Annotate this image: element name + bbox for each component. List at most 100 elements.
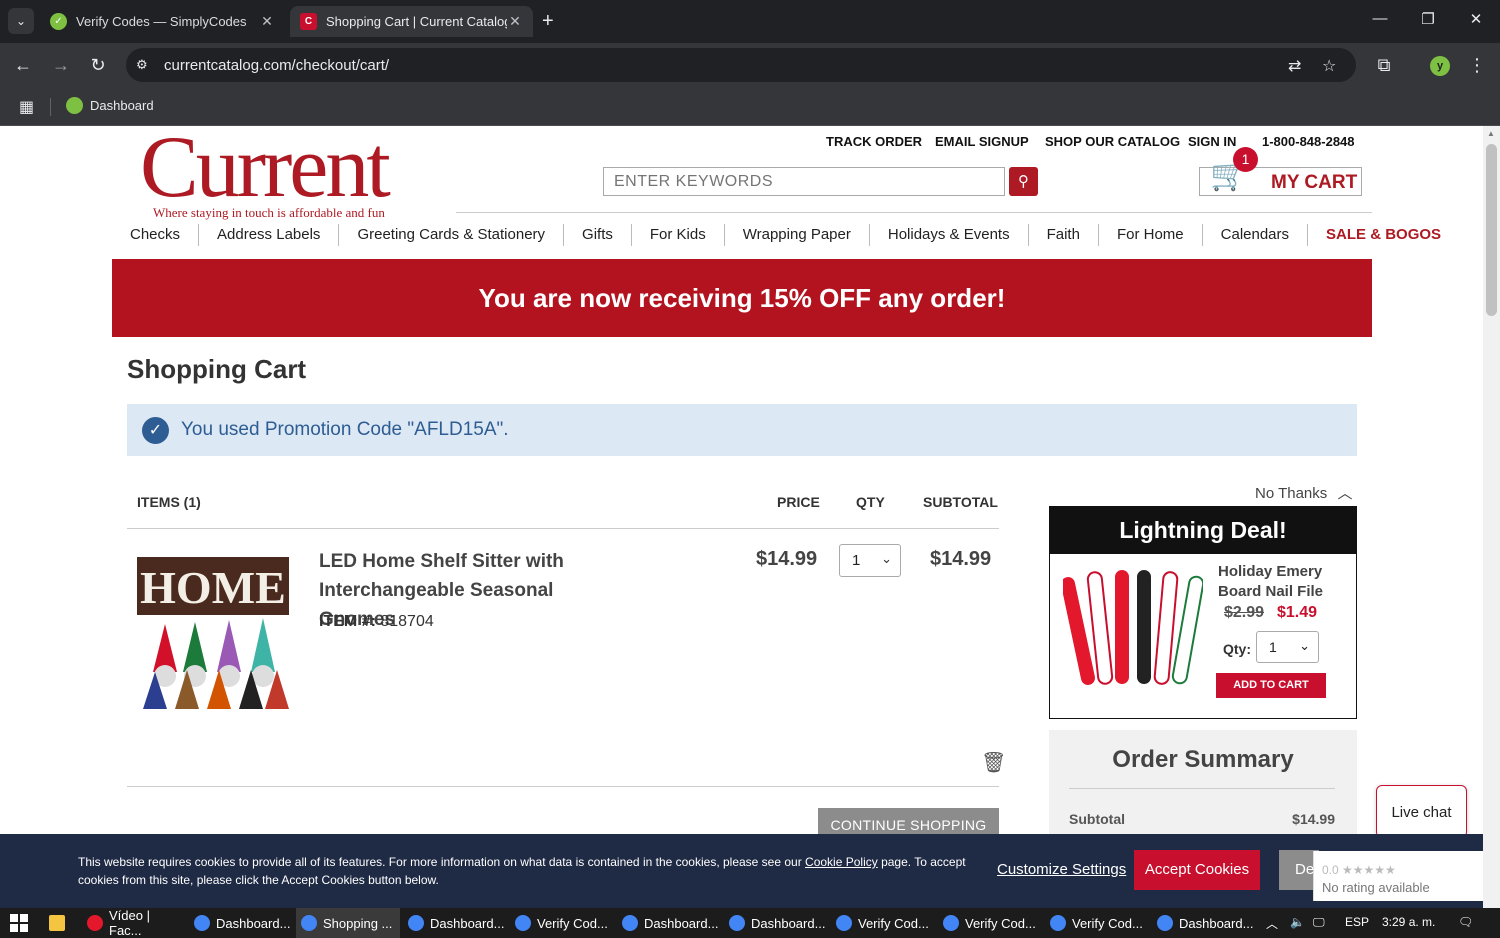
bookmark-star-icon[interactable]: ☆ xyxy=(1322,56,1336,76)
taskbar-item[interactable]: Vídeo | Fac... xyxy=(82,908,186,938)
taskbar-item[interactable]: Dashboard... xyxy=(189,908,293,938)
add-to-cart-button[interactable]: ADD TO CART xyxy=(1216,673,1326,698)
summary-subtotal-value: $14.99 xyxy=(1292,811,1335,827)
shop-catalog-link[interactable]: SHOP OUR CATALOG xyxy=(1045,134,1180,149)
deal-title: Lightning Deal! xyxy=(1050,507,1356,554)
profile-avatar[interactable]: y xyxy=(1430,56,1450,76)
url-text[interactable]: currentcatalog.com/checkout/cart/ xyxy=(164,57,389,74)
logo-tagline: Where staying in touch is affordable and… xyxy=(153,205,385,220)
nav-item-wrapping-paper[interactable]: Wrapping Paper xyxy=(725,224,870,246)
nav-item-checks[interactable]: Checks xyxy=(112,224,200,246)
deal-product-image[interactable] xyxy=(1061,564,1205,694)
taskbar-label: Shopping ... xyxy=(323,915,393,931)
tab-verify-codes[interactable]: ✓ Verify Codes — SimplyCodes ✕ xyxy=(40,6,285,37)
taskbar-label: Verify Cod... xyxy=(965,915,1036,931)
close-tab-icon[interactable]: ✕ xyxy=(507,13,523,30)
product-image[interactable]: HOME xyxy=(135,554,295,718)
taskbar-item[interactable]: Verify Cod... xyxy=(831,908,935,938)
nav-item-greeting-cards[interactable]: Greeting Cards & Stationery xyxy=(339,224,565,246)
omnibox[interactable]: ⚙ currentcatalog.com/checkout/cart/ ⇄ ☆ xyxy=(126,48,1356,82)
phone-number[interactable]: 1-800-848-2848 xyxy=(1262,134,1355,149)
nav-item-holidays[interactable]: Holidays & Events xyxy=(870,224,1029,246)
file-explorer-icon[interactable] xyxy=(44,908,71,938)
page-scrollbar[interactable]: ▲ xyxy=(1483,126,1500,908)
search-icon[interactable]: ⚲ xyxy=(1009,167,1038,196)
tab-search-button[interactable]: ⌄ xyxy=(8,8,34,34)
trash-icon[interactable]: 🗑 xyxy=(981,750,1006,775)
live-chat-button[interactable]: Live chat xyxy=(1376,785,1467,838)
dashboard-favicon-icon xyxy=(66,97,83,114)
extensions-icon[interactable]: ⧉ xyxy=(1373,55,1395,76)
back-icon[interactable]: ← xyxy=(12,55,34,76)
search-input[interactable] xyxy=(603,167,1005,196)
taskbar-item[interactable]: Dashboard... xyxy=(403,908,507,938)
minimize-icon[interactable]: — xyxy=(1368,10,1392,27)
customize-settings-link[interactable]: Customize Settings xyxy=(997,861,1126,878)
bookmark-dashboard[interactable]: Dashboard xyxy=(66,97,154,114)
taskbar-item[interactable]: Dashboard... xyxy=(617,908,721,938)
taskbar-label: Dashboard... xyxy=(1179,915,1254,931)
nav-item-address-labels[interactable]: Address Labels xyxy=(199,224,340,246)
taskbar-item[interactable]: Dashboard... xyxy=(1152,908,1256,938)
track-order-link[interactable]: TRACK ORDER xyxy=(826,134,922,149)
subtotal-header: SUBTOTAL xyxy=(923,494,998,510)
page-title: Shopping Cart xyxy=(127,354,307,384)
forward-icon[interactable]: → xyxy=(50,55,72,76)
close-tab-icon[interactable]: ✕ xyxy=(259,13,275,30)
reload-icon[interactable]: ↻ xyxy=(87,55,109,76)
taskbar-item[interactable]: Verify Cod... xyxy=(938,908,1042,938)
menu-icon[interactable]: ⋮ xyxy=(1466,55,1488,76)
new-tab-icon[interactable]: + xyxy=(542,10,554,33)
notifications-icon[interactable]: 🗨 xyxy=(1458,915,1473,929)
taskbar-item[interactable]: Verify Cod... xyxy=(1045,908,1149,938)
apps-grid-icon[interactable]: ▦ xyxy=(19,97,34,117)
translate-icon[interactable]: ⇄ xyxy=(1288,56,1301,76)
scroll-up-icon[interactable]: ▲ xyxy=(1487,129,1495,138)
taskbar-item[interactable]: Verify Cod... xyxy=(510,908,614,938)
simplycodes-favicon-icon: ✓ xyxy=(50,13,67,30)
cookie-text-part1: This website requires cookies to provide… xyxy=(78,855,806,869)
nav-item-for-home[interactable]: For Home xyxy=(1099,224,1203,246)
no-thanks-label: No Thanks xyxy=(1255,485,1328,502)
email-signup-link[interactable]: EMAIL SIGNUP xyxy=(935,134,1029,149)
bookmark-label: Dashboard xyxy=(90,98,154,113)
nav-item-faith[interactable]: Faith xyxy=(1029,224,1099,246)
scrollbar-thumb[interactable] xyxy=(1486,144,1497,316)
volume-icon[interactable]: 🔈 xyxy=(1290,915,1305,929)
continue-shopping-button[interactable]: CONTINUE SHOPPING xyxy=(818,808,999,834)
taskbar-label: Dashboard... xyxy=(216,915,291,931)
nav-item-gifts[interactable]: Gifts xyxy=(564,224,632,246)
sign-in-link[interactable]: SIGN IN xyxy=(1188,134,1236,149)
language-indicator[interactable]: ESP xyxy=(1345,915,1369,929)
quantity-select[interactable]: 1 ⌄ xyxy=(839,544,901,577)
bookmark-divider xyxy=(50,98,51,116)
cookie-text: This website requires cookies to provide… xyxy=(78,853,978,889)
nav-item-calendars[interactable]: Calendars xyxy=(1203,224,1309,246)
main-nav: Checks Address Labels Greeting Cards & S… xyxy=(112,224,1459,246)
nav-item-for-kids[interactable]: For Kids xyxy=(632,224,725,246)
tab-shopping-cart[interactable]: C Shopping Cart | Current Catalog ✕ xyxy=(290,6,533,37)
tray-chevron-icon[interactable]: ︿ xyxy=(1266,915,1278,932)
logo-word: Current xyxy=(140,126,391,216)
current-favicon-icon: C xyxy=(300,13,317,30)
deal-product-name[interactable]: Holiday Emery Board Nail File xyxy=(1218,562,1348,602)
taskbar-item[interactable]: Dashboard... xyxy=(724,908,828,938)
no-thanks-toggle[interactable]: No Thanks ︿ xyxy=(1255,482,1352,503)
taskbar-item[interactable]: Shopping ... xyxy=(296,908,400,938)
current-logo[interactable]: Current Where staying in touch is afford… xyxy=(140,126,440,221)
network-icon[interactable]: 🖵 xyxy=(1313,915,1325,930)
rating-widget[interactable]: 0.0 ★★★★★ No rating available xyxy=(1313,851,1483,901)
cookie-policy-link[interactable]: Cookie Policy xyxy=(805,855,878,869)
chevron-down-icon: ⌄ xyxy=(1299,638,1310,653)
deal-quantity-select[interactable]: 1 ⌄ xyxy=(1256,631,1319,663)
start-icon[interactable] xyxy=(6,908,28,938)
restore-icon[interactable]: ❐ xyxy=(1416,10,1440,28)
close-window-icon[interactable]: ✕ xyxy=(1464,10,1488,28)
accept-cookies-button[interactable]: Accept Cookies xyxy=(1134,850,1260,890)
site-info-icon[interactable]: ⚙ xyxy=(136,57,148,73)
qty-header: QTY xyxy=(856,494,885,510)
clock[interactable]: 3:29 a. m. xyxy=(1382,915,1435,929)
item-price: $14.99 xyxy=(756,548,818,570)
my-cart-button[interactable]: 🛒 1 MY CART xyxy=(1199,147,1362,196)
nav-item-sale[interactable]: SALE & BOGOS xyxy=(1308,224,1459,246)
